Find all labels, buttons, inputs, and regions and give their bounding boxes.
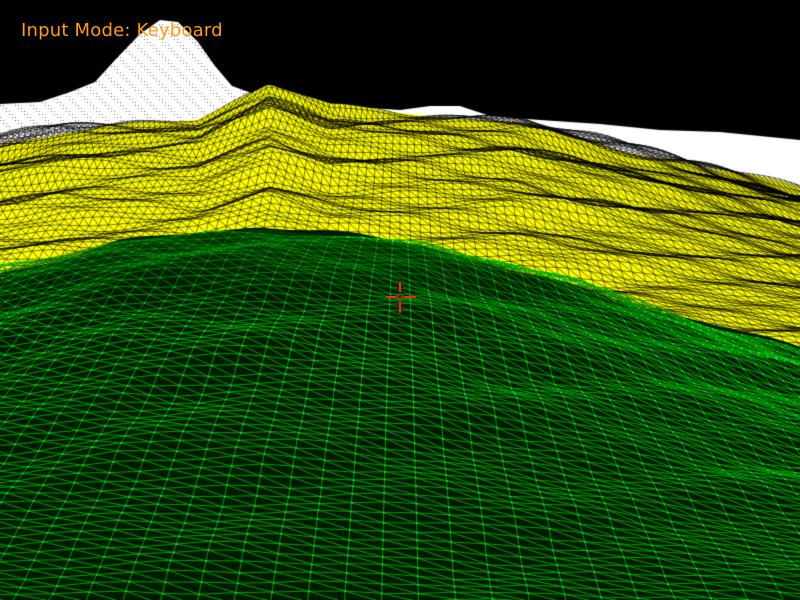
game-viewport[interactable]: Input Mode: Keyboard <box>0 0 800 600</box>
crosshair-icon <box>385 282 417 314</box>
input-mode-label: Input Mode: Keyboard <box>21 20 223 41</box>
